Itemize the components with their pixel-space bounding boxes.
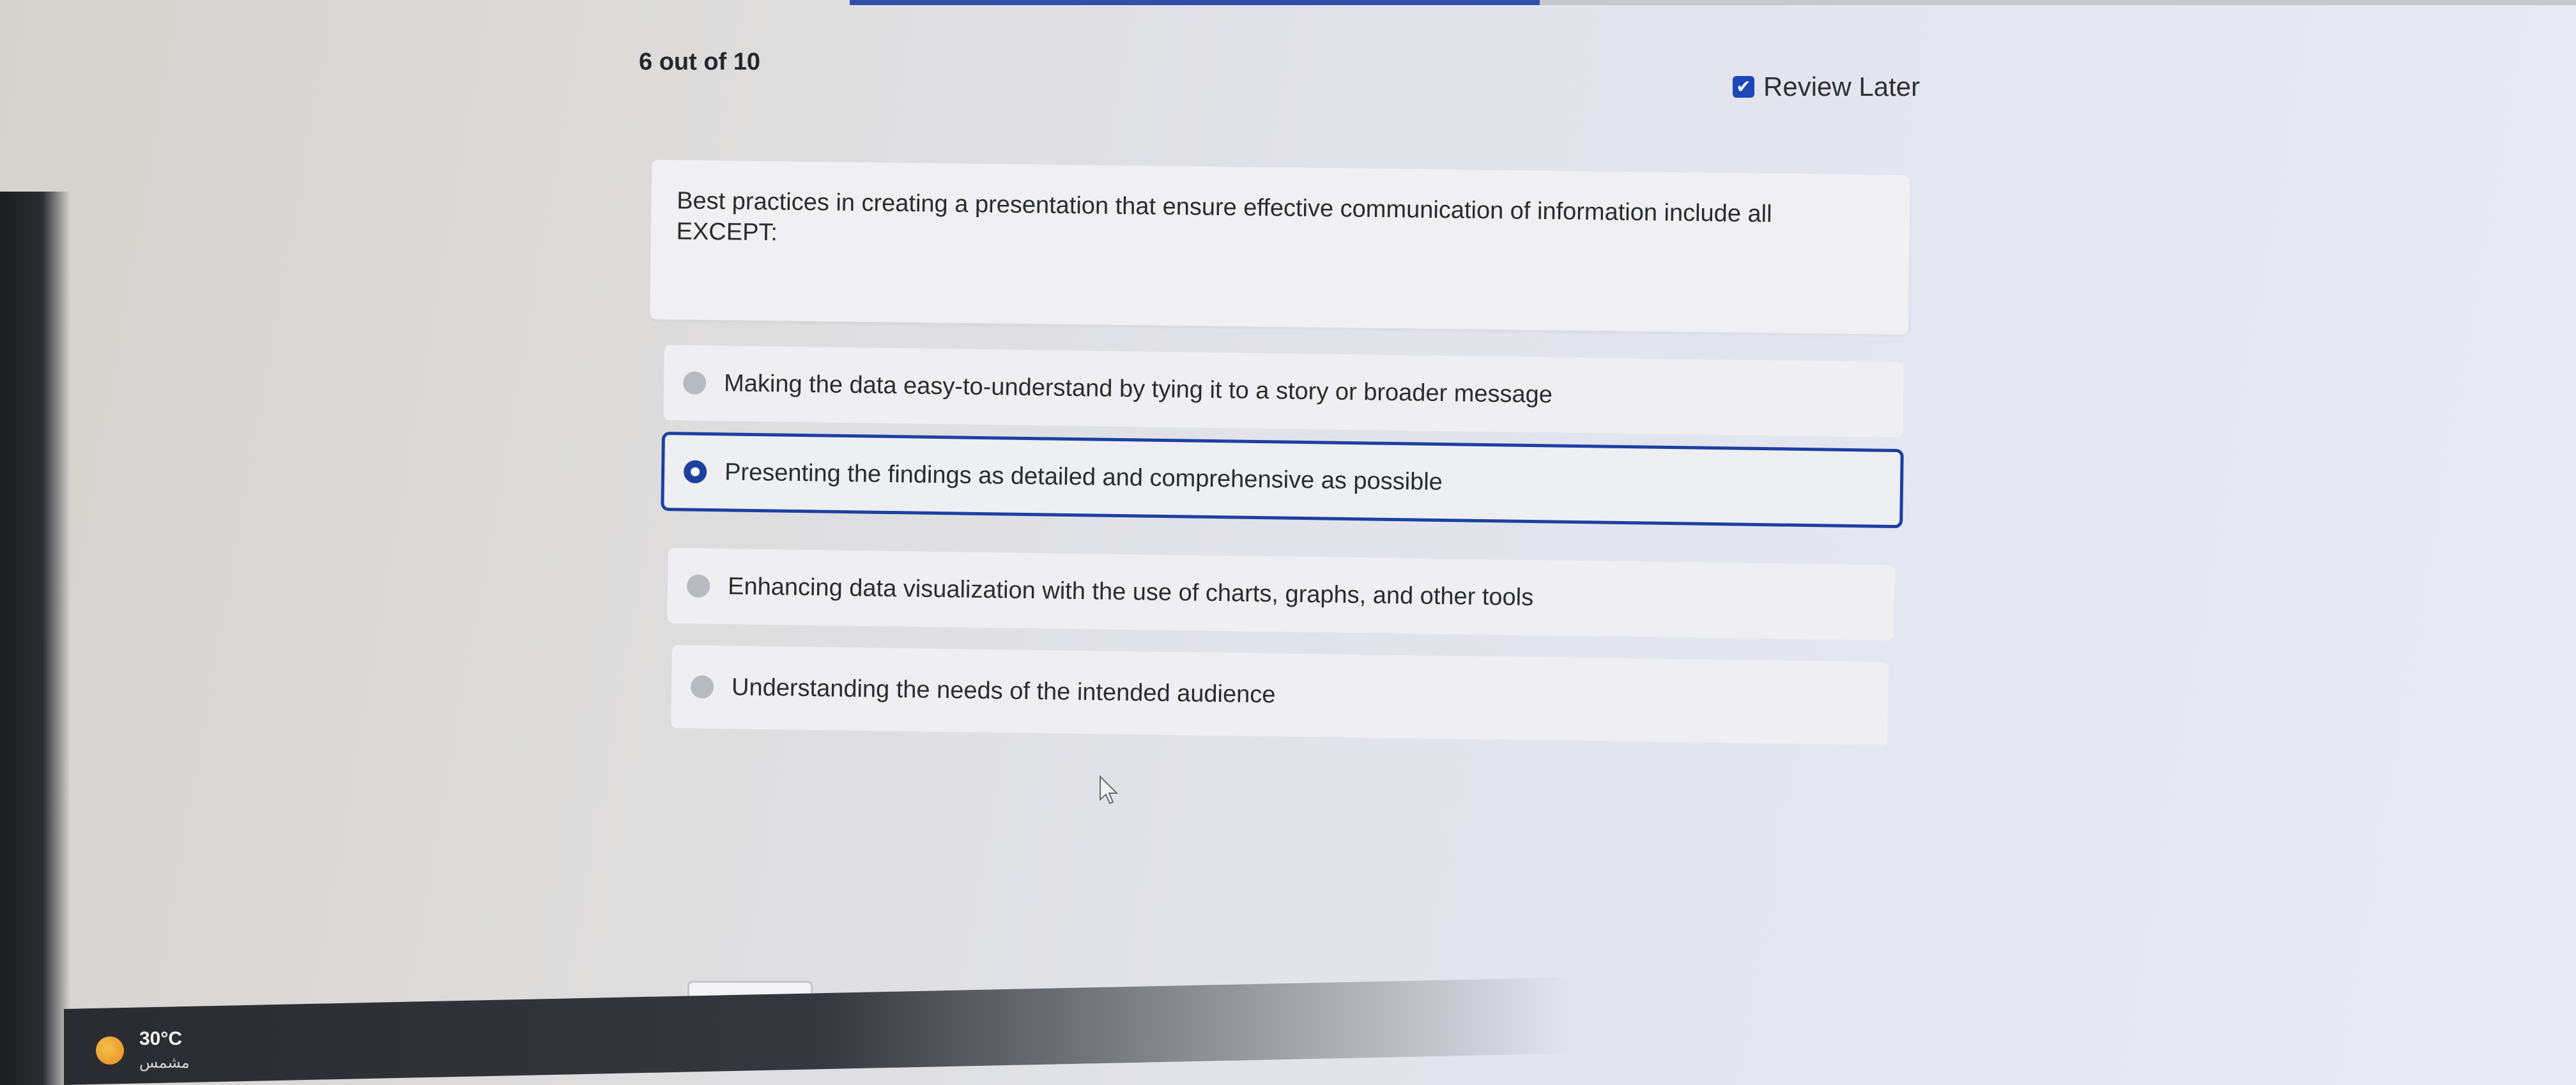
quiz-screen: 6 out of 10 ✔ Review Later Best practice…: [0, 0, 2576, 1085]
mouse-cursor-icon: [1100, 775, 1118, 805]
answer-option-label: Enhancing data visualization with the us…: [727, 572, 1534, 611]
radio-unchecked-icon[interactable]: [686, 574, 710, 598]
question-card: Best practices in creating a presentatio…: [649, 160, 1910, 335]
weather-text: 30°C مشمس: [139, 1028, 190, 1072]
progress-bar-track: [1540, 0, 2576, 5]
taskbar: [64, 956, 2576, 1085]
monitor-bezel: [0, 192, 70, 1085]
progress-bar-fill: [850, 0, 1540, 5]
answer-option-label: Understanding the needs of the intended …: [731, 673, 1276, 708]
answer-option-1[interactable]: Making the data easy-to-understand by ty…: [663, 345, 1904, 438]
radio-unchecked-icon[interactable]: [682, 371, 707, 395]
answer-option-label: Making the data easy-to-understand by ty…: [723, 369, 1553, 408]
weather-condition: مشمس: [139, 1054, 190, 1072]
review-later-label: Review Later: [1763, 72, 1920, 102]
checkbox-checked-icon[interactable]: ✔: [1733, 76, 1754, 98]
question-text: Best practices in creating a presentatio…: [676, 187, 1772, 247]
answer-option-label: Presenting the findings as detailed and …: [724, 458, 1443, 496]
sun-icon: [96, 1036, 124, 1065]
answer-option-3[interactable]: Enhancing data visualization with the us…: [667, 548, 1895, 641]
answer-option-2[interactable]: Presenting the findings as detailed and …: [661, 432, 1904, 529]
answer-option-4[interactable]: Understanding the needs of the intended …: [671, 645, 1889, 745]
weather-widget[interactable]: 30°C مشمس: [96, 1028, 190, 1072]
review-later-toggle[interactable]: ✔ Review Later: [1733, 72, 1920, 102]
radio-checked-icon[interactable]: [683, 460, 707, 483]
radio-unchecked-icon[interactable]: [690, 675, 714, 699]
weather-temperature: 30°C: [139, 1028, 183, 1049]
question-counter: 6 out of 10: [639, 49, 761, 75]
